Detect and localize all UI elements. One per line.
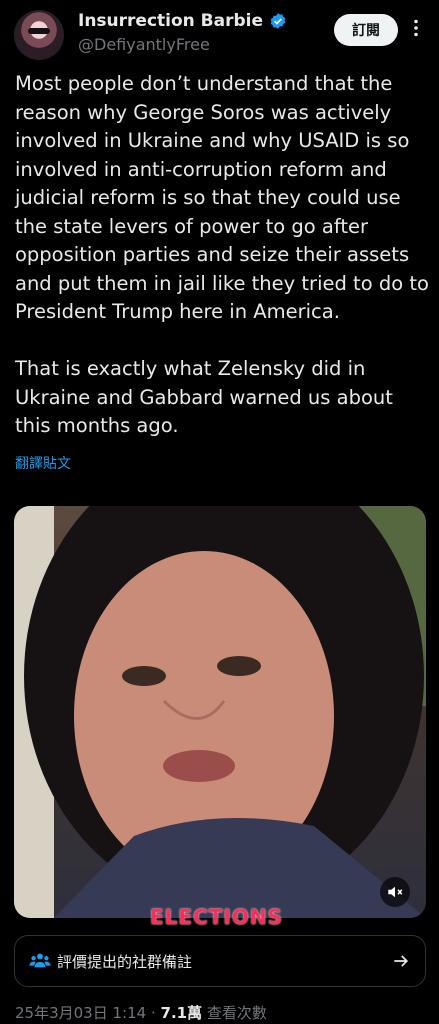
subscribe-button[interactable]: 訂閱 — [334, 14, 398, 46]
views-count: 7.1萬 — [160, 1004, 203, 1022]
verified-badge-icon — [270, 13, 286, 29]
meta-separator: · — [150, 1004, 156, 1022]
mute-button[interactable] — [380, 877, 410, 907]
tweet-paragraph: That is exactly what Zelensky did in Ukr… — [15, 357, 393, 437]
tweet-header: Insurrection Barbie @DefiyantlyFree 訂閱 — [0, 0, 439, 64]
video-media[interactable] — [14, 506, 426, 918]
community-notes-label: 評價提出的社群備註 — [57, 952, 193, 971]
video-frame — [14, 506, 426, 918]
tweet-meta: 25年3月03日 1:14 · 7.1萬 查看次數 — [15, 1002, 267, 1023]
translate-post-link[interactable]: 翻譯貼文 — [15, 453, 71, 473]
community-notes-button[interactable]: 評價提出的社群備註 — [14, 935, 426, 987]
avatar[interactable] — [14, 10, 64, 60]
tweet-text: Most people don’t understand that the re… — [15, 70, 431, 441]
video-overlay-caption: ELECTIONS — [150, 905, 283, 929]
timestamp[interactable]: 25年3月03日 1:14 — [15, 1004, 146, 1022]
muted-speaker-icon — [388, 886, 403, 898]
arrow-right-icon — [394, 955, 409, 967]
views-label: 查看次數 — [206, 1004, 267, 1022]
user-name-row[interactable]: Insurrection Barbie — [78, 11, 287, 31]
more-dots-icon[interactable] — [406, 18, 426, 38]
user-handle[interactable]: @DefiyantlyFree — [78, 35, 210, 54]
people-icon — [29, 953, 51, 968]
tweet-paragraph: Most people don’t understand that the re… — [15, 72, 429, 323]
display-name[interactable]: Insurrection Barbie — [78, 11, 263, 31]
